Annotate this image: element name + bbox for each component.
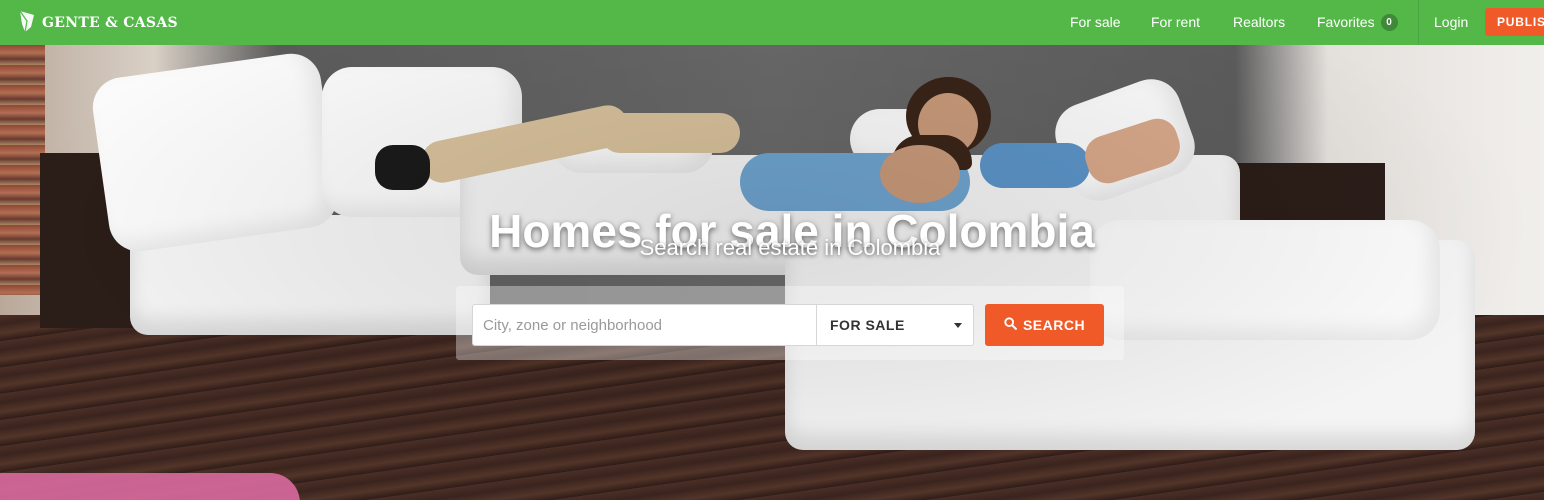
leaf-logo-icon xyxy=(18,9,42,38)
nav-for-rent[interactable]: For rent xyxy=(1151,0,1200,45)
listing-type-select[interactable]: FOR SALE xyxy=(816,304,974,346)
brand-logo[interactable]: GENTE & CASAS xyxy=(18,10,178,36)
search-button-label: SEARCH xyxy=(1022,317,1086,333)
search-location-input[interactable] xyxy=(472,304,816,346)
top-navbar: GENTE & CASAS For sale For rent Realtors… xyxy=(0,0,1544,45)
nav-realtors[interactable]: Realtors xyxy=(1233,0,1285,45)
favorites-count-badge: 0 xyxy=(1380,13,1398,31)
hero-banner xyxy=(0,45,1544,500)
publish-button[interactable]: PUBLISH xyxy=(1485,8,1544,36)
nav-login[interactable]: Login xyxy=(1434,0,1468,45)
nav-divider xyxy=(1418,0,1419,45)
caret-down-icon xyxy=(954,323,962,328)
hero-subtitle: Search real estate in Colombia xyxy=(639,235,941,260)
nav-favorites-label: Favorites xyxy=(1317,14,1375,30)
search-button[interactable]: SEARCH xyxy=(985,304,1104,346)
search-icon xyxy=(1004,317,1023,333)
nav-for-sale[interactable]: For sale xyxy=(1070,0,1121,45)
brand-name: GENTE & CASAS xyxy=(42,15,178,31)
listing-type-selected: FOR SALE xyxy=(830,317,905,333)
nav-favorites[interactable]: Favorites 0 xyxy=(1317,0,1398,45)
